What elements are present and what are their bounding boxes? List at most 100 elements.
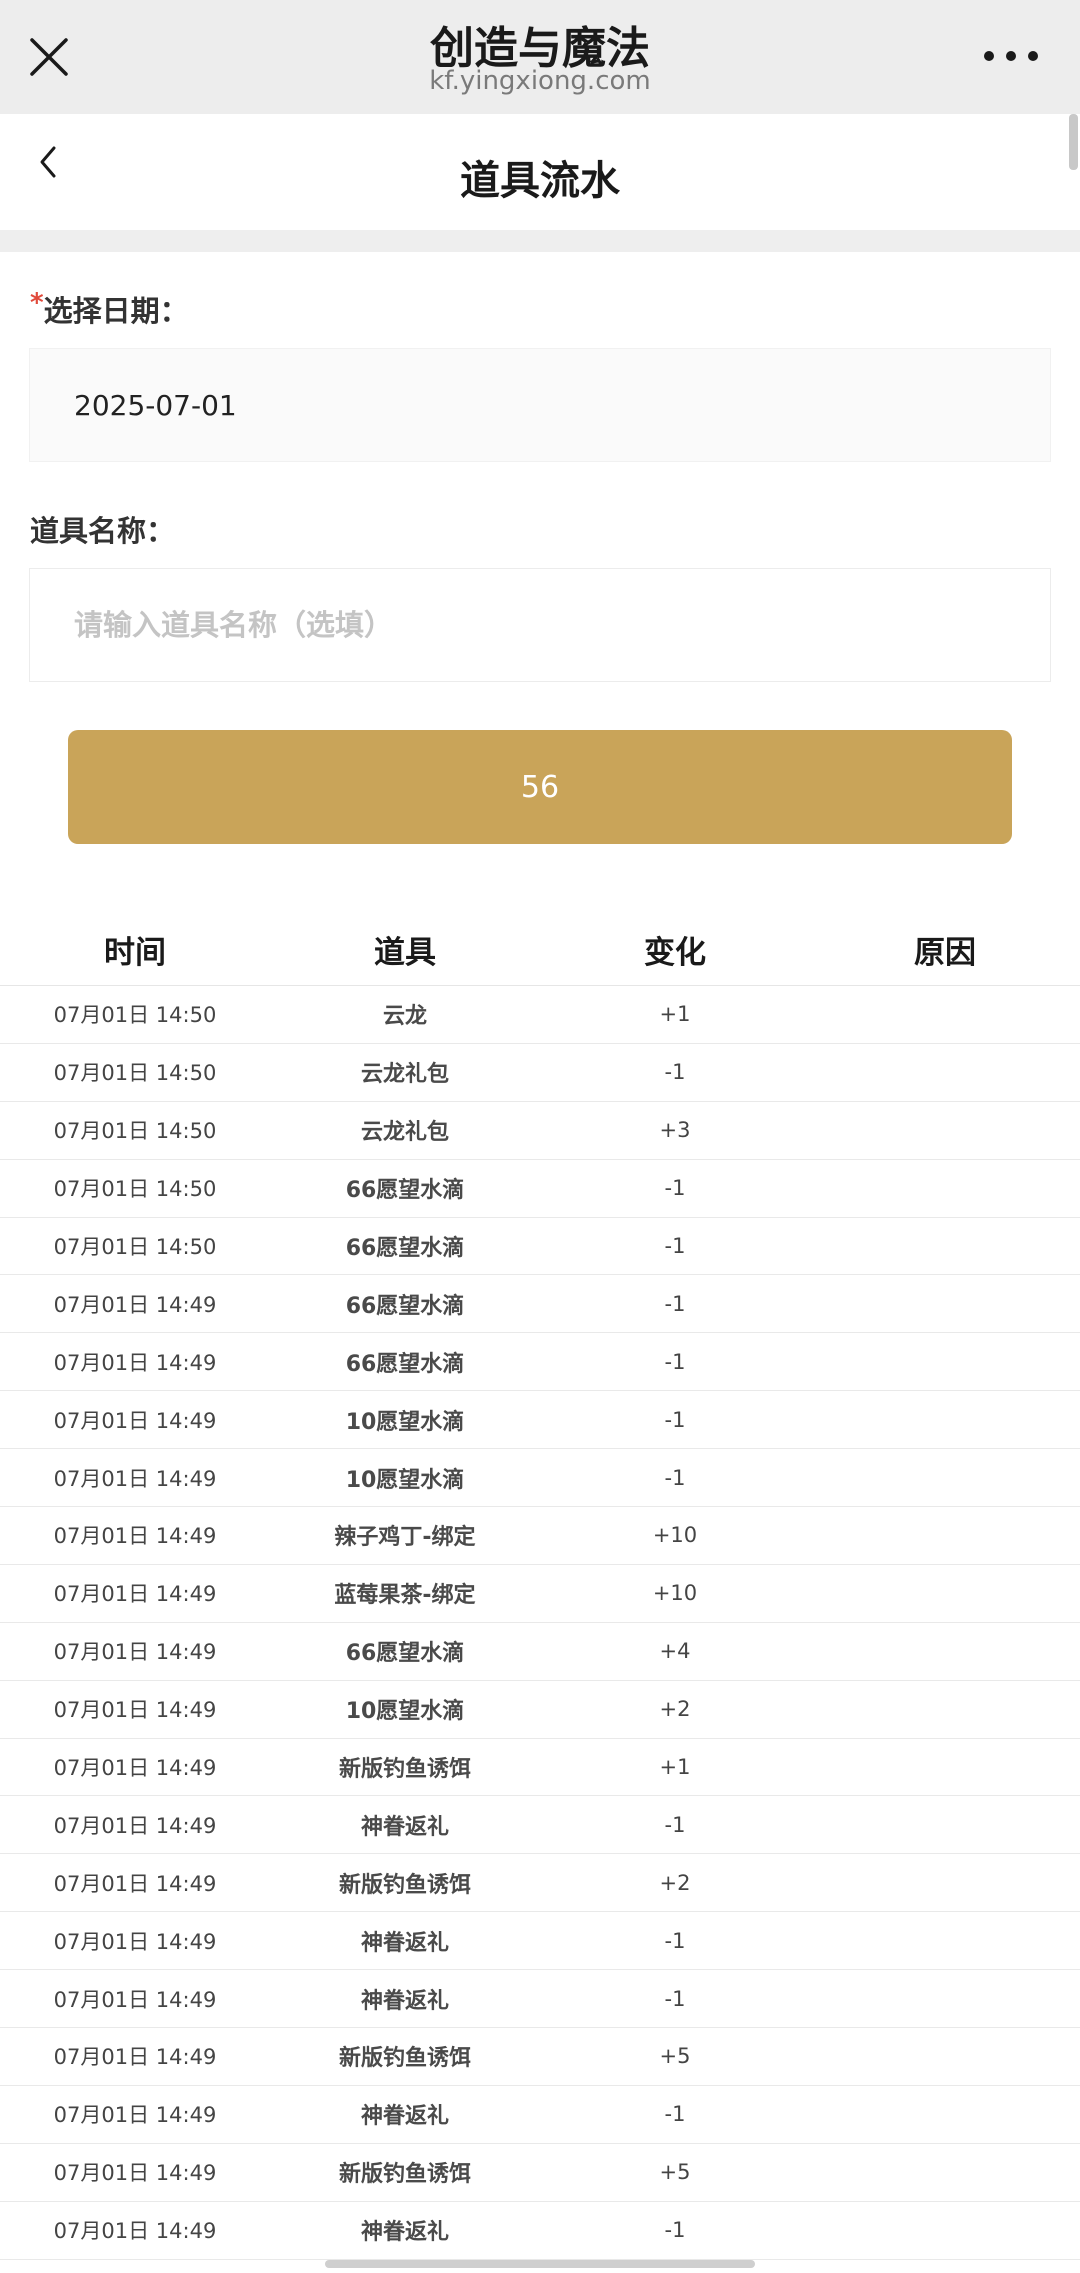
cell-item: 10愿望水滴	[345, 1409, 465, 1435]
date-label: *选择日期：	[30, 288, 189, 330]
table-row: 07月01日 14:49 66愿望水滴 -1	[0, 1333, 1080, 1392]
more-options-icon[interactable]	[984, 48, 1038, 64]
cell-item: 神眷返礼	[360, 2220, 449, 2246]
cell-item: 66愿望水滴	[345, 1293, 465, 1319]
cell-change: +2	[659, 1697, 691, 1722]
cell-change: -1	[664, 1928, 686, 1953]
column-header-change: 变化	[644, 935, 706, 971]
table-row: 07月01日 14:49 神眷返礼 -1	[0, 1912, 1080, 1971]
cell-item: 10愿望水滴	[345, 1467, 465, 1493]
cell-item: 云龙	[382, 1004, 427, 1030]
table-row: 07月01日 14:49 新版钓鱼诱饵 +1	[0, 1739, 1080, 1797]
cell-time: 07月01日 14:49	[53, 1582, 217, 1607]
item-name-field[interactable]	[29, 568, 1051, 682]
cell-item: 66愿望水滴	[345, 1351, 465, 1377]
cell-time: 07月01日 14:49	[53, 1756, 217, 1781]
item-name-input[interactable]	[74, 608, 1050, 642]
cell-item: 66愿望水滴	[345, 1178, 465, 1204]
page-title: 道具流水	[460, 158, 620, 204]
cell-time: 07月01日 14:49	[53, 1292, 217, 1317]
cell-item: 神眷返礼	[360, 1988, 449, 2014]
required-mark: *	[30, 288, 44, 318]
cell-item: 新版钓鱼诱饵	[338, 2046, 471, 2072]
cell-time: 07月01日 14:49	[53, 1524, 217, 1549]
table-row: 07月01日 14:49 辣子鸡丁-绑定 +10	[0, 1507, 1080, 1565]
table-row: 07月01日 14:49 神眷返礼 -1	[0, 1796, 1080, 1855]
cell-item: 神眷返礼	[360, 2104, 449, 2130]
cell-change: -1	[664, 1812, 686, 1837]
cell-change: +4	[659, 1639, 691, 1664]
query-button[interactable]: 56	[68, 730, 1012, 844]
cell-change: +3	[659, 1118, 691, 1143]
cell-time: 07月01日 14:50	[53, 1119, 217, 1144]
cell-time: 07月01日 14:49	[53, 1466, 217, 1491]
cell-item: 云龙礼包	[360, 1062, 449, 1088]
table-row: 07月01日 14:50 云龙 +1	[0, 986, 1080, 1044]
table-row: 07月01日 14:49 10愿望水滴 -1	[0, 1391, 1080, 1450]
table-header: 时间 道具 变化 原因	[0, 920, 1080, 986]
cell-change: -1	[664, 1349, 686, 1374]
cell-change: +10	[652, 1581, 698, 1606]
cell-time: 07月01日 14:49	[53, 2161, 217, 2186]
cell-item: 云龙礼包	[360, 1120, 449, 1146]
cell-change: -1	[664, 1986, 686, 2011]
cell-change: +10	[652, 1523, 698, 1548]
cell-item: 新版钓鱼诱饵	[338, 1757, 471, 1783]
cell-change: +5	[659, 2044, 691, 2069]
column-header-item: 道具	[374, 935, 436, 971]
table-body: 07月01日 14:50 云龙 +1 07月01日 14:50 云龙礼包 -1 07月01日…	[0, 986, 1080, 2260]
table-row: 07月01日 14:49 蓝莓果茶-绑定 +10	[0, 1565, 1080, 1623]
cell-item: 蓝莓果茶-绑定	[334, 1583, 476, 1609]
cell-time: 07月01日 14:50	[53, 1177, 217, 1202]
cell-item: 10愿望水滴	[345, 1699, 465, 1725]
table-row: 07月01日 14:49 新版钓鱼诱饵 +5	[0, 2028, 1080, 2086]
cell-time: 07月01日 14:49	[53, 1987, 217, 2012]
cell-item: 辣子鸡丁-绑定	[334, 1525, 476, 1551]
cell-time: 07月01日 14:49	[53, 1813, 217, 1838]
column-header-time: 时间	[104, 935, 166, 971]
date-label-text: 选择日期：	[43, 294, 189, 328]
table-row: 07月01日 14:49 新版钓鱼诱饵 +5	[0, 2144, 1080, 2202]
table-row: 07月01日 14:49 神眷返礼 -1	[0, 2202, 1080, 2260]
table-row: 07月01日 14:49 10愿望水滴 +2	[0, 1681, 1080, 1739]
cell-item: 神眷返礼	[360, 1930, 449, 1956]
date-value: 2025-07-01	[74, 388, 237, 422]
app-url: kf.yingxiong.com	[429, 66, 651, 96]
cell-change: -1	[664, 1060, 686, 1085]
cell-change: -1	[664, 1291, 686, 1316]
cell-item: 新版钓鱼诱饵	[338, 2162, 471, 2188]
cell-change: -1	[664, 1407, 686, 1432]
cell-time: 07月01日 14:49	[53, 1640, 217, 1665]
cell-change: -1	[664, 1465, 686, 1490]
cell-change: -1	[664, 2102, 686, 2127]
app-top-bar: 创造与魔法 kf.yingxiong.com	[0, 0, 1080, 114]
cell-time: 07月01日 14:49	[53, 1929, 217, 1954]
table-row: 07月01日 14:49 新版钓鱼诱饵 +2	[0, 1854, 1080, 1913]
table-row: 07月01日 14:49 神眷返礼 -1	[0, 1970, 1080, 2029]
cell-time: 07月01日 14:49	[53, 2045, 217, 2070]
item-name-label: 道具名称：	[30, 514, 176, 548]
cell-time: 07月01日 14:49	[53, 1871, 217, 1896]
table-row: 07月01日 14:50 云龙礼包 -1	[0, 1044, 1080, 1102]
cell-change: -1	[664, 1234, 686, 1258]
cell-time: 07月01日 14:50	[53, 1061, 217, 1086]
home-indicator	[325, 2260, 755, 2268]
table-row: 07月01日 14:50 云龙礼包 +3	[0, 1102, 1080, 1160]
cell-item: 神眷返礼	[360, 1814, 449, 1840]
cell-item: 66愿望水滴	[345, 1641, 465, 1667]
date-picker-field[interactable]: 2025-07-01	[29, 348, 1051, 462]
cell-time: 07月01日 14:49	[53, 1350, 217, 1375]
cell-time: 07月01日 14:49	[53, 1698, 217, 1723]
table-row: 07月01日 14:49 66愿望水滴 -1	[0, 1275, 1080, 1334]
cell-time: 07月01日 14:49	[53, 2103, 217, 2128]
table-row: 07月01日 14:49 66愿望水滴 +4	[0, 1623, 1080, 1681]
cell-item: 66愿望水滴	[345, 1236, 465, 1261]
column-header-reason: 原因	[914, 935, 976, 971]
cell-time: 07月01日 14:49	[53, 2219, 217, 2244]
cell-change: +5	[659, 2160, 691, 2185]
cell-item: 新版钓鱼诱饵	[338, 1872, 471, 1898]
cell-time: 07月01日 14:49	[53, 1408, 217, 1433]
cell-change: -1	[664, 1176, 686, 1201]
cell-change: -1	[664, 2218, 686, 2243]
page-nav-bar: 道具流水	[0, 114, 1080, 230]
